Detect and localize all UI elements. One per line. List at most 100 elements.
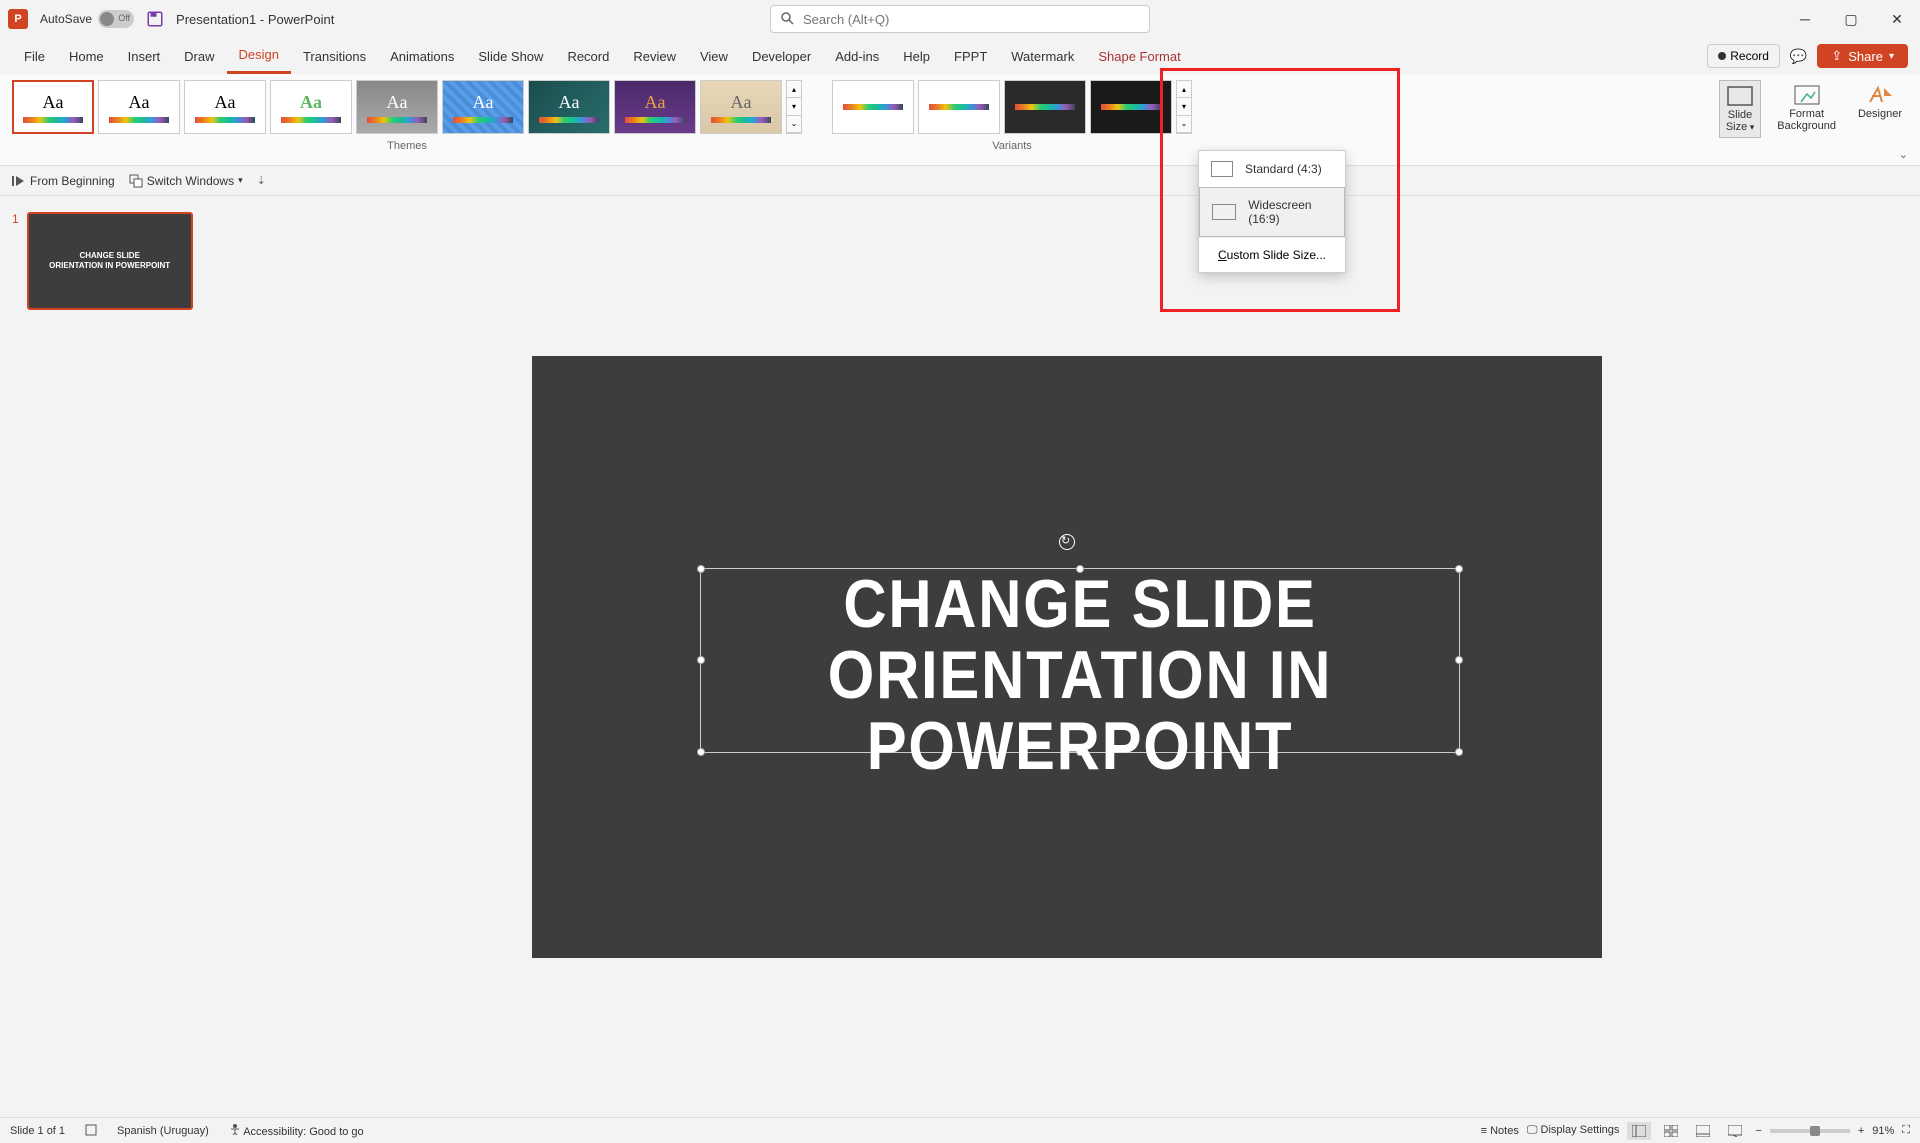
- from-beginning-button[interactable]: From Beginning: [12, 174, 115, 188]
- maximize-button[interactable]: ▢: [1828, 0, 1874, 38]
- themes-group: Aa Aa Aa Aa Aa Aa Aa Aa Aa ▴▾⌄ Themes: [12, 80, 802, 165]
- quick-access-bar: From Beginning Switch Windows ▾ ⇣: [0, 166, 1920, 196]
- close-button[interactable]: ✕: [1874, 0, 1920, 38]
- themes-gallery-arrows[interactable]: ▴▾⌄: [786, 80, 802, 134]
- qa-overflow-icon[interactable]: ⇣: [257, 174, 266, 187]
- search-box[interactable]: [770, 5, 1150, 33]
- tab-help[interactable]: Help: [891, 38, 942, 74]
- slide[interactable]: CHANGE SLIDE ORIENTATION IN POWERPOINT: [532, 356, 1602, 958]
- resize-handle[interactable]: [1455, 565, 1463, 573]
- tab-developer[interactable]: Developer: [740, 38, 823, 74]
- ribbon-tabs: File Home Insert Draw Design Transitions…: [0, 38, 1920, 74]
- resize-handle[interactable]: [697, 748, 705, 756]
- zoom-in-button[interactable]: +: [1858, 1125, 1864, 1137]
- language-indicator[interactable]: [85, 1124, 97, 1137]
- notes-button[interactable]: ≡ Notes: [1481, 1125, 1519, 1137]
- share-button[interactable]: ⇪ Share: [1817, 44, 1908, 68]
- theme-swatch[interactable]: Aa: [270, 80, 352, 134]
- format-bg-label: Format Background: [1777, 108, 1836, 132]
- theme-swatch[interactable]: Aa: [184, 80, 266, 134]
- language-label[interactable]: Spanish (Uruguay): [117, 1125, 209, 1137]
- dropdown-custom-label: ustom Slide Size...: [1227, 248, 1326, 262]
- resize-handle[interactable]: [1455, 656, 1463, 664]
- tab-file[interactable]: File: [12, 38, 57, 74]
- autosave-label: AutoSave: [40, 12, 92, 26]
- tab-review[interactable]: Review: [621, 38, 688, 74]
- tab-design[interactable]: Design: [227, 38, 291, 74]
- dropdown-custom-size[interactable]: Custom Slide Size...: [1199, 237, 1345, 272]
- variant-swatch[interactable]: [1004, 80, 1086, 134]
- tab-addins[interactable]: Add-ins: [823, 38, 891, 74]
- autosave-state: Off: [118, 13, 130, 23]
- variant-swatch[interactable]: [918, 80, 1000, 134]
- slide-thumbnail[interactable]: CHANGE SLIDE ORIENTATION IN POWERPOINT: [27, 212, 193, 310]
- dropdown-item-widescreen[interactable]: Widescreen (16:9): [1199, 187, 1345, 237]
- slide-size-dropdown: Standard (4:3) Widescreen (16:9) Custom …: [1198, 150, 1346, 273]
- dropdown-item-standard[interactable]: Standard (4:3): [1199, 151, 1345, 187]
- reading-view-button[interactable]: [1691, 1122, 1715, 1140]
- play-icon: [12, 174, 26, 188]
- format-background-button[interactable]: Format Background: [1771, 80, 1842, 136]
- variants-gallery-arrows[interactable]: ▴▾⌄: [1176, 80, 1192, 134]
- customize-group: Slide Size Format Background Designer: [1719, 80, 1908, 138]
- slideshow-view-button[interactable]: [1723, 1122, 1747, 1140]
- theme-swatch[interactable]: Aa: [614, 80, 696, 134]
- thumbnail-wrap: 1 CHANGE SLIDE ORIENTATION IN POWERPOINT: [12, 212, 202, 310]
- minimize-button[interactable]: ─: [1782, 0, 1828, 38]
- theme-swatch[interactable]: Aa: [442, 80, 524, 134]
- resize-handle[interactable]: [697, 656, 705, 664]
- slide-canvas[interactable]: CHANGE SLIDE ORIENTATION IN POWERPOINT: [214, 196, 1920, 1117]
- normal-view-button[interactable]: [1627, 1122, 1651, 1140]
- tab-fppt[interactable]: FPPT: [942, 38, 999, 74]
- variants-label: Variants: [832, 140, 1192, 152]
- tab-animations[interactable]: Animations: [378, 38, 466, 74]
- tab-home[interactable]: Home: [57, 38, 116, 74]
- resize-handle[interactable]: [697, 565, 705, 573]
- tab-draw[interactable]: Draw: [172, 38, 226, 74]
- rotate-handle[interactable]: [1059, 534, 1075, 550]
- tab-slideshow[interactable]: Slide Show: [466, 38, 555, 74]
- thumbnail-pane[interactable]: 1 CHANGE SLIDE ORIENTATION IN POWERPOINT: [0, 196, 214, 1117]
- document-title: Presentation1 - PowerPoint: [176, 12, 334, 27]
- zoom-level[interactable]: 91%: [1872, 1125, 1894, 1137]
- accessibility-indicator[interactable]: Accessibility: Good to go: [229, 1123, 364, 1138]
- share-label: Share: [1848, 49, 1883, 64]
- theme-swatch[interactable]: Aa: [528, 80, 610, 134]
- display-settings-button[interactable]: 🖵 Display Settings: [1527, 1124, 1620, 1137]
- slide-size-button[interactable]: Slide Size: [1719, 80, 1761, 138]
- tab-watermark[interactable]: Watermark: [999, 38, 1086, 74]
- record-button[interactable]: Record: [1707, 44, 1780, 68]
- tab-view[interactable]: View: [688, 38, 740, 74]
- slide-title-text[interactable]: CHANGE SLIDE ORIENTATION IN POWERPOINT: [746, 569, 1413, 783]
- search-input[interactable]: [803, 12, 1139, 27]
- theme-swatch[interactable]: Aa: [356, 80, 438, 134]
- selected-textbox[interactable]: CHANGE SLIDE ORIENTATION IN POWERPOINT: [700, 568, 1460, 753]
- tab-transitions[interactable]: Transitions: [291, 38, 378, 74]
- designer-label: Designer: [1858, 108, 1902, 120]
- ribbon-collapse-icon[interactable]: ⌄: [1899, 148, 1908, 161]
- status-right: ≡ Notes 🖵 Display Settings − + 91% ⛶: [1481, 1122, 1910, 1140]
- comments-icon[interactable]: 💬: [1790, 48, 1807, 65]
- variant-swatch[interactable]: [832, 80, 914, 134]
- theme-swatch[interactable]: Aa: [700, 80, 782, 134]
- switch-windows-button[interactable]: Switch Windows ▾: [129, 174, 243, 188]
- autosave-toggle[interactable]: Off: [98, 10, 134, 28]
- window-controls: ─ ▢ ✕: [1782, 0, 1920, 38]
- resize-handle[interactable]: [1455, 748, 1463, 756]
- save-icon[interactable]: [146, 10, 164, 28]
- theme-swatch[interactable]: Aa: [98, 80, 180, 134]
- zoom-slider[interactable]: [1770, 1129, 1850, 1133]
- designer-icon: [1866, 84, 1894, 106]
- variants-group: ▴▾⌄ Variants: [832, 80, 1192, 165]
- zoom-out-button[interactable]: −: [1755, 1125, 1761, 1137]
- theme-swatch[interactable]: Aa: [12, 80, 94, 134]
- variant-swatch[interactable]: [1090, 80, 1172, 134]
- slide-count-label[interactable]: Slide 1 of 1: [10, 1125, 65, 1137]
- slide-sorter-button[interactable]: [1659, 1122, 1683, 1140]
- tab-shape-format[interactable]: Shape Format: [1086, 38, 1192, 74]
- tab-record[interactable]: Record: [555, 38, 621, 74]
- designer-button[interactable]: Designer: [1852, 80, 1908, 124]
- tab-insert[interactable]: Insert: [116, 38, 173, 74]
- slide-size-icon: [1726, 85, 1754, 107]
- fit-to-window-button[interactable]: ⛶: [1902, 1124, 1910, 1137]
